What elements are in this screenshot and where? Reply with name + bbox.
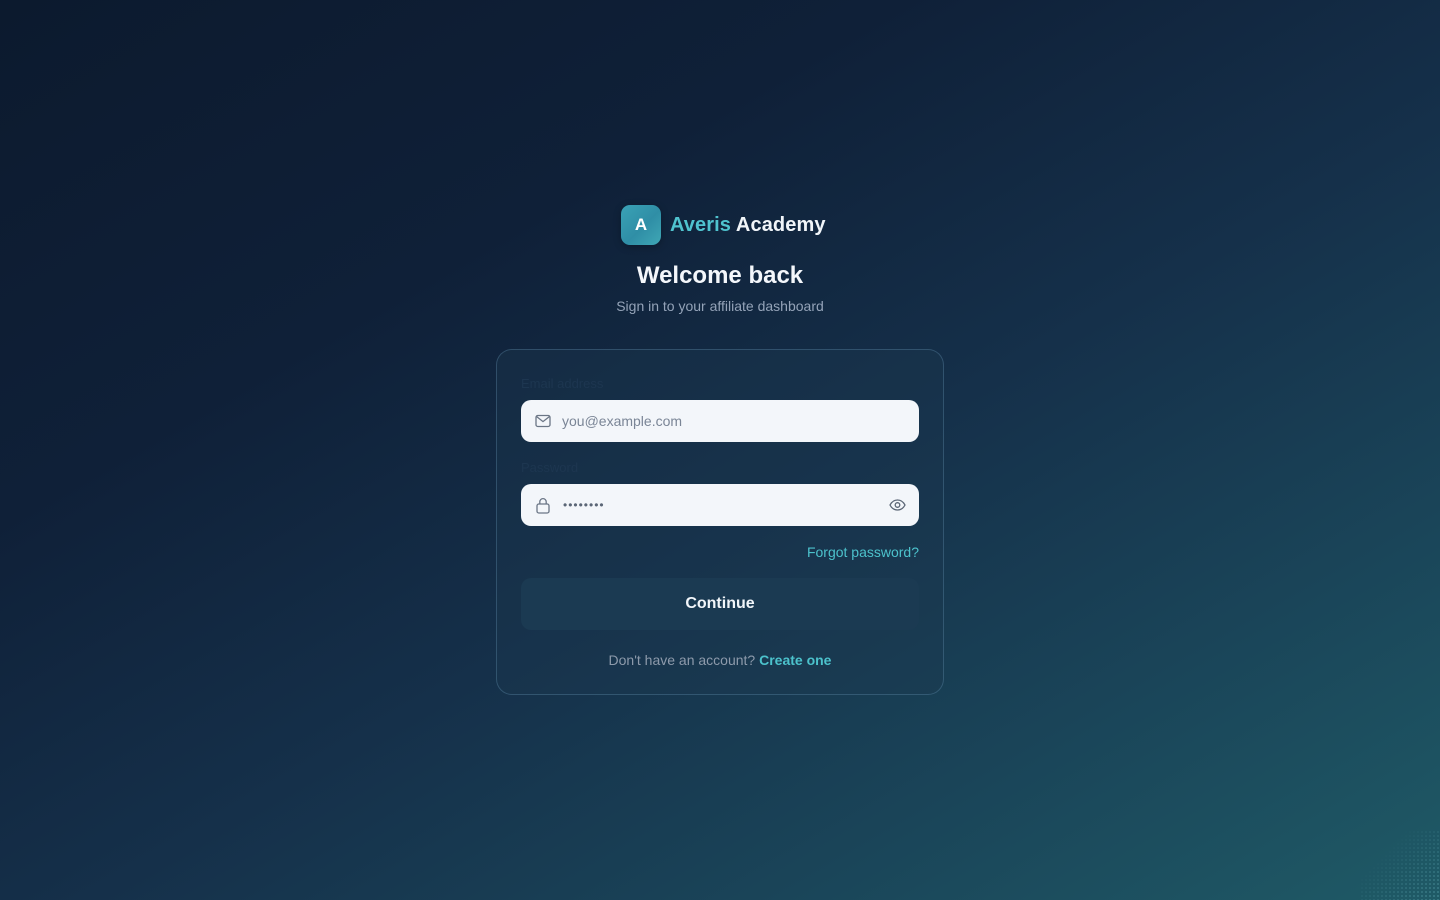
- eye-icon[interactable]: [887, 495, 907, 515]
- brand-name-rest: Academy: [731, 213, 826, 236]
- brand-logo: A: [621, 205, 661, 245]
- brand-logo-letter: A: [634, 215, 648, 234]
- password-label: Password: [521, 460, 579, 475]
- lock-icon: [534, 496, 552, 514]
- login-page: A Averis Academy Welcome back Sign in to…: [0, 0, 1440, 900]
- page-title: Welcome back: [636, 262, 804, 289]
- create-account-link[interactable]: Create one: [759, 652, 831, 668]
- password-field-wrapper[interactable]: ••••••••: [521, 484, 919, 526]
- signup-prompt: Don't have an account? Create one: [497, 652, 943, 668]
- page-subtitle: Sign in to your affiliate dashboard: [616, 298, 824, 314]
- email-field-wrapper[interactable]: [521, 400, 919, 442]
- brand-name-accent: Averis: [670, 213, 732, 236]
- forgot-password-link[interactable]: Forgot password?: [807, 544, 919, 560]
- brand-name: Averis Academy: [670, 214, 826, 237]
- decorative-dot-pattern: [1360, 830, 1440, 900]
- email-label: Email address: [521, 376, 604, 391]
- continue-button[interactable]: Continue: [521, 578, 919, 630]
- mail-icon: [534, 412, 552, 430]
- brand: A Averis Academy: [621, 205, 826, 245]
- email-input[interactable]: [562, 413, 872, 429]
- password-input[interactable]: ••••••••: [563, 498, 605, 512]
- signup-prompt-text: Don't have an account?: [608, 652, 756, 668]
- login-card: Email address Password ••••••••: [496, 349, 944, 695]
